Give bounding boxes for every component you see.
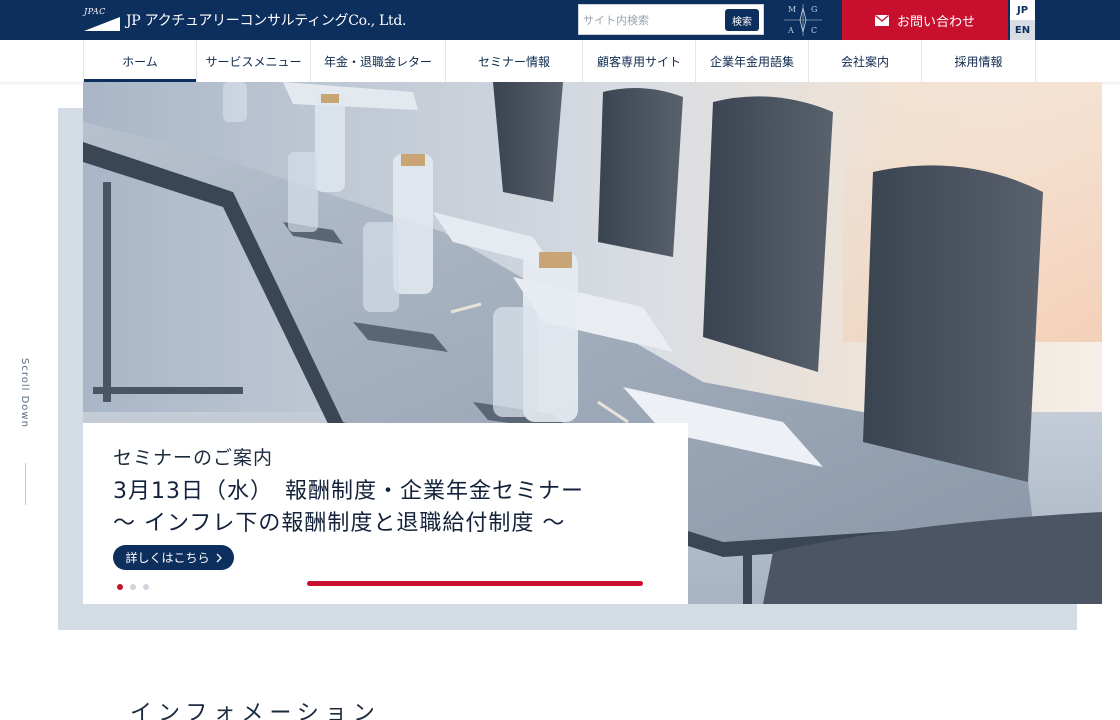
nav-item-pension-letter[interactable]: 年金・退職金レター (311, 40, 446, 82)
contact-button[interactable]: お問い合わせ (842, 0, 1008, 40)
scroll-line (25, 463, 26, 505)
scroll-down-indicator[interactable]: Scroll Down (19, 358, 33, 508)
scroll-down-label: Scroll Down (19, 358, 30, 428)
global-nav: ホーム サービスメニュー 年金・退職金レター セミナー情報 顧客専用サイト 企業… (83, 40, 1036, 82)
information-heading: インフォメーション (130, 701, 381, 720)
slide-pagination (117, 584, 149, 590)
search-input[interactable] (583, 9, 721, 31)
slide-progress-bar (307, 581, 643, 586)
mgac-letter: M (788, 5, 797, 14)
slide-dot[interactable] (117, 584, 123, 590)
company-logo[interactable]: JPAC JP アクチュアリーコンサルティングCo., Ltd. (84, 7, 406, 33)
nav-item-home[interactable]: ホーム (84, 40, 197, 82)
logo-small-text: JPAC (84, 7, 106, 16)
hero-title-line1: 3月13日（水） 報酬制度・企業年金セミナー (113, 479, 584, 504)
mail-icon (874, 14, 889, 26)
more-details-label: 詳しくはこちら (125, 551, 210, 565)
lang-jp-button[interactable]: JP (1010, 0, 1035, 20)
more-details-button[interactable]: 詳しくはこちら (113, 545, 234, 570)
nav-item-client-site[interactable]: 顧客専用サイト (583, 40, 696, 82)
hero-category: セミナーのご案内 (113, 447, 274, 469)
lang-en-button[interactable]: EN (1010, 20, 1035, 40)
contact-label: お問い合わせ (896, 14, 975, 30)
mgac-letter: A (788, 26, 794, 35)
top-bar: JPAC JP アクチュアリーコンサルティングCo., Ltd. 検索 M G … (0, 0, 1120, 40)
search-button[interactable]: 検索 (725, 9, 759, 31)
mgac-emblem-icon: M G A C (780, 2, 826, 38)
language-switcher: JP EN (1010, 0, 1035, 40)
nav-item-company[interactable]: 会社案内 (809, 40, 922, 82)
site-search: 検索 (578, 4, 764, 35)
mgac-letter: G (811, 5, 818, 14)
nav-item-seminar[interactable]: セミナー情報 (446, 40, 583, 82)
slide-dot[interactable] (143, 584, 149, 590)
hero-caption-card: セミナーのご案内 3月13日（水） 報酬制度・企業年金セミナー 〜 インフレ下の… (83, 423, 688, 604)
chevron-right-icon (216, 553, 222, 562)
company-name: JP アクチュアリーコンサルティングCo., Ltd. (126, 13, 407, 29)
slide-dot[interactable] (130, 584, 136, 590)
nav-item-recruit[interactable]: 採用情報 (922, 40, 1036, 82)
jpac-logo-icon: JPAC (84, 7, 120, 32)
mgac-letter: C (811, 26, 818, 35)
nav-item-glossary[interactable]: 企業年金用語集 (696, 40, 809, 82)
hero-title-line2: 〜 インフレ下の報酬制度と退職給付制度 〜 (113, 511, 566, 536)
nav-item-service-menu[interactable]: サービスメニュー (197, 40, 311, 82)
